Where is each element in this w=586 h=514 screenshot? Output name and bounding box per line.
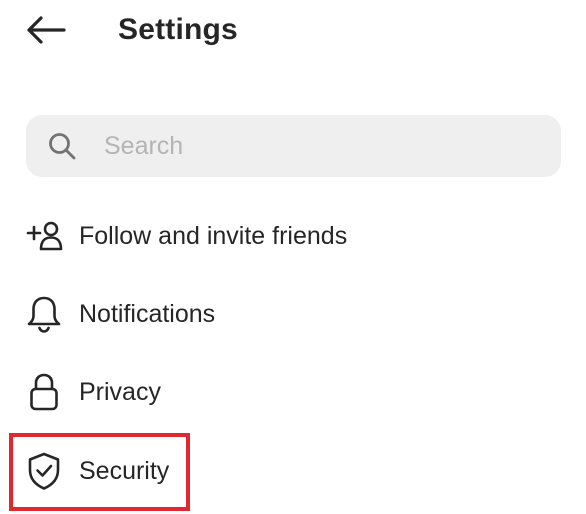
search-input[interactable] xyxy=(104,115,544,177)
page-title: Settings xyxy=(118,13,238,46)
add-person-icon xyxy=(18,206,70,266)
menu-item-privacy[interactable]: Privacy xyxy=(18,362,558,422)
menu-item-label: Follow and invite friends xyxy=(79,222,348,250)
lock-icon xyxy=(18,362,70,422)
shield-check-icon xyxy=(18,441,70,501)
settings-header: Settings xyxy=(0,0,586,62)
search-icon xyxy=(49,133,76,160)
menu-item-label: Security xyxy=(79,457,170,485)
menu-item-label: Notifications xyxy=(79,300,216,328)
bell-icon xyxy=(18,284,70,344)
menu-item-follow-invite-friends[interactable]: Follow and invite friends xyxy=(18,206,558,266)
menu-item-label: Privacy xyxy=(79,378,161,406)
arrow-left-icon xyxy=(27,16,66,44)
menu-item-security[interactable]: Security xyxy=(18,441,558,501)
back-button[interactable] xyxy=(22,10,68,50)
search-bar[interactable] xyxy=(26,115,561,177)
menu-item-notifications[interactable]: Notifications xyxy=(18,284,558,344)
